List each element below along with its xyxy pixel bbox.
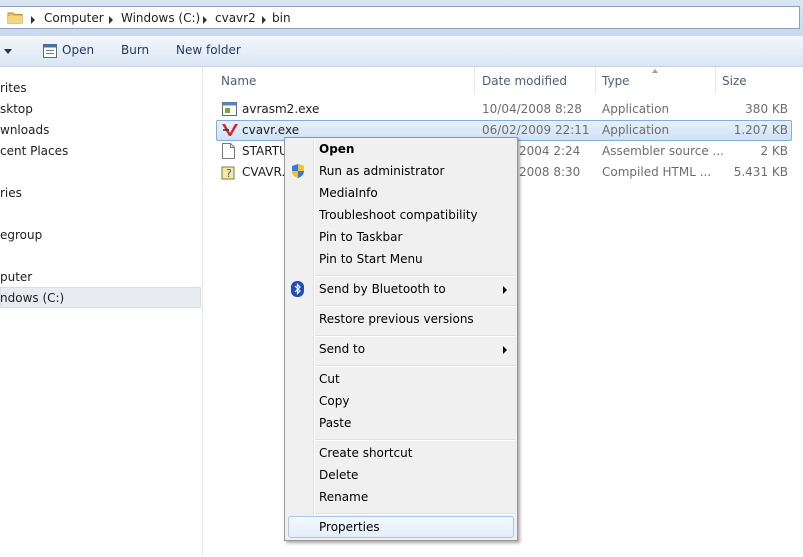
breadcrumb[interactable]: Computer Windows (C:) cvavr2 bin [0,6,800,29]
nav-item-downloads[interactable]: wnloads [0,123,49,137]
file-size: 2 KB [760,144,788,158]
menu-item-create-shortcut[interactable]: Create shortcut [319,446,412,460]
breadcrumb-drive[interactable]: Windows (C:) [121,11,200,25]
open-button[interactable]: Open [62,43,94,57]
breadcrumb-arrow-icon[interactable] [203,16,207,24]
file-name: avrasm2.exe [242,102,320,116]
file-name: STARTU [242,144,288,158]
submenu-arrow-icon [503,346,507,354]
menu-item-paste[interactable]: Paste [319,416,351,430]
text-file-icon [222,143,235,162]
file-date: 06/02/2009 22:11 [482,123,590,137]
menu-item-pin-start[interactable]: Pin to Start Menu [319,252,423,266]
file-row[interactable]: avrasm2.exe 10/04/2008 8:28 Application … [216,99,792,120]
file-date: 2008 8:30 [519,165,581,179]
menu-item-delete[interactable]: Delete [319,468,358,482]
svg-text:?: ? [226,167,232,180]
column-header-date[interactable]: Date modified [482,74,567,88]
file-type: Compiled HTML ... [602,165,712,179]
menu-item-properties[interactable]: Properties [319,520,380,534]
context-menu: Open Run as administrator MediaInfo Trou… [284,137,518,541]
command-toolbar: Open Burn New folder [0,36,803,67]
menu-item-send-bluetooth[interactable]: Send by Bluetooth to [319,282,446,296]
nav-item-desktop[interactable]: sktop [0,102,33,116]
file-size: 380 KB [745,102,788,116]
application-icon [222,102,237,119]
menu-item-send-to[interactable]: Send to [319,342,365,356]
uac-shield-icon [291,163,305,182]
sort-arrow-icon [652,69,658,73]
menu-item-cut[interactable]: Cut [319,372,340,386]
menu-item-open[interactable]: Open [319,142,354,156]
menu-item-troubleshoot[interactable]: Troubleshoot compatibility [319,208,478,222]
file-date: 2004 2:24 [519,144,581,158]
nav-item-homegroup[interactable]: egroup [0,228,42,242]
breadcrumb-arrow-icon[interactable] [109,16,113,24]
cvavr-app-icon [221,122,239,141]
new-folder-button[interactable]: New folder [176,43,241,57]
nav-item-computer[interactable]: puter [0,270,32,284]
column-divider[interactable] [474,67,475,94]
column-header-type[interactable]: Type [602,74,630,88]
nav-item-libraries[interactable]: ries [0,186,22,200]
file-type: Application [602,123,670,137]
nav-item-recent-places[interactable]: cent Places [0,144,68,158]
address-bar: Computer Windows (C:) cvavr2 bin [0,0,803,36]
breadcrumb-arrow-icon[interactable] [31,16,35,24]
menu-item-mediainfo[interactable]: MediaInfo [319,186,378,200]
column-header-name[interactable]: Name [221,74,256,88]
navigation-pane [0,67,203,557]
breadcrumb-cvavr2[interactable]: cvavr2 [215,11,256,25]
help-file-icon: ? [221,164,237,183]
file-name: cvavr.exe [242,123,300,137]
file-date: 10/04/2008 8:28 [482,102,582,116]
nav-item-windows-drive[interactable]: ndows (C:) [0,291,64,305]
nav-item-favorites[interactable]: rites [0,81,27,95]
menu-item-run-as-admin[interactable]: Run as administrator [319,164,444,178]
menu-item-rename[interactable]: Rename [319,490,368,504]
menu-item-restore-versions[interactable]: Restore previous versions [319,312,474,326]
file-type: Assembler source ... [602,144,724,158]
breadcrumb-arrow-icon[interactable] [262,16,266,24]
submenu-arrow-icon [503,286,507,294]
column-header-size[interactable]: Size [722,74,747,88]
menu-separator [315,439,515,441]
burn-button[interactable]: Burn [121,43,149,57]
menu-item-pin-taskbar[interactable]: Pin to Taskbar [319,230,402,244]
file-type: Application [602,102,670,116]
menu-separator [315,513,515,515]
menu-separator [315,335,515,337]
folder-icon [7,10,23,28]
menu-icon-gutter [313,140,315,538]
menu-separator [315,365,515,367]
bluetooth-icon [291,281,304,300]
menu-item-copy[interactable]: Copy [319,394,349,408]
column-header-bar: Name Date modified Type Size [204,67,803,94]
breadcrumb-computer[interactable]: Computer [44,11,104,25]
open-app-icon [43,44,57,61]
organize-dropdown-icon[interactable] [4,49,12,54]
file-size: 5.431 KB [733,165,788,179]
column-divider[interactable] [595,67,596,94]
menu-separator [315,275,515,277]
breadcrumb-bin[interactable]: bin [272,11,291,25]
menu-separator [315,305,515,307]
file-size: 1.207 KB [733,123,788,137]
column-divider[interactable] [715,67,716,94]
